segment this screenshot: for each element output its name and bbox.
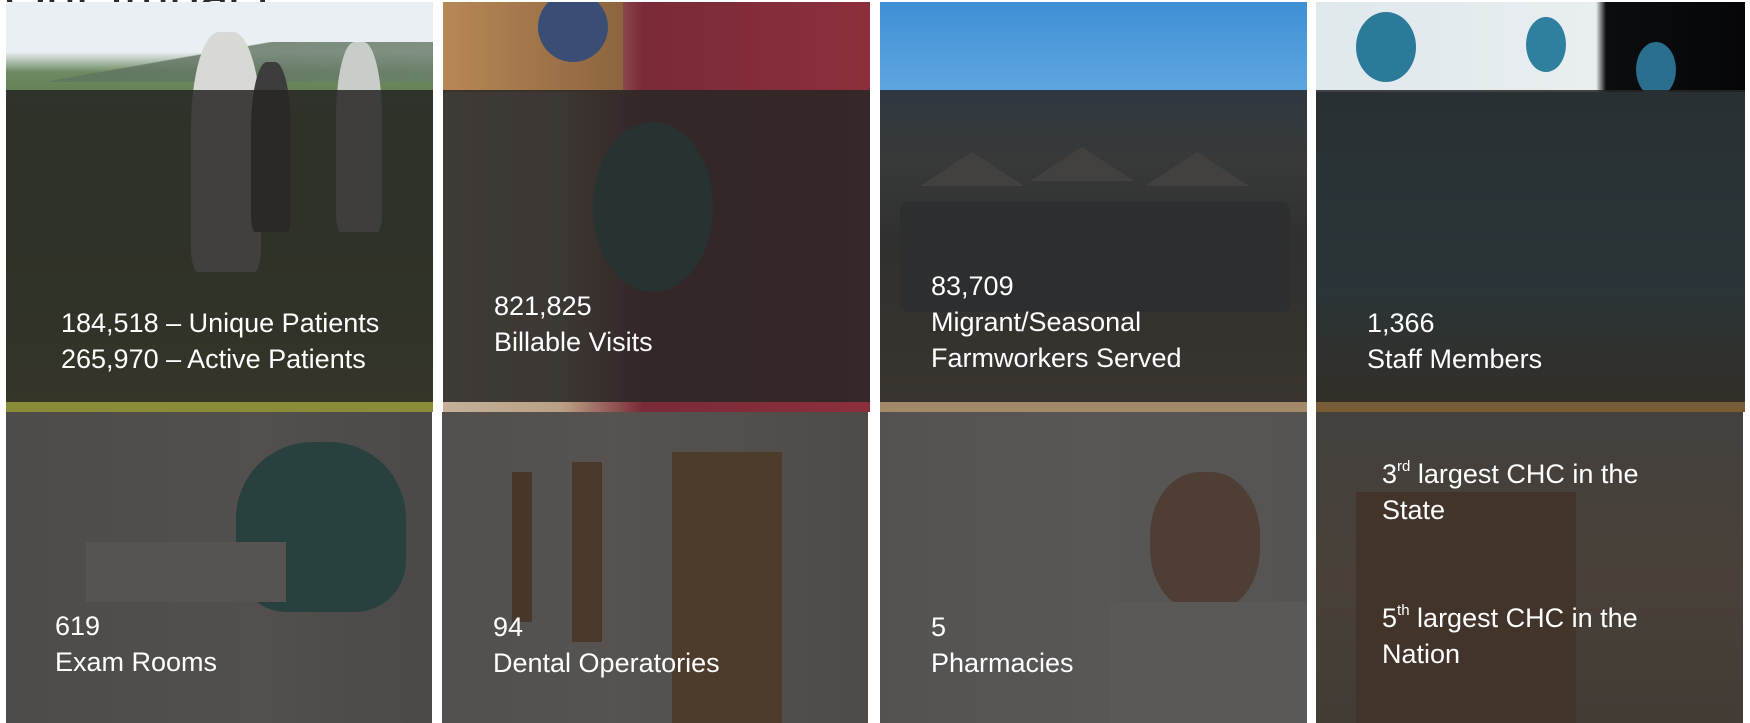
farmworkers-stats: 83,709 Migrant/Seasonal Farmworkers Serv… [931, 268, 1182, 376]
staff-number: 1,366 [1367, 308, 1435, 338]
state-rank-line: 3rd largest CHC in the [1382, 456, 1638, 492]
farmworkers-label-line2: Farmworkers Served [931, 343, 1182, 373]
pharmacies-stats: 5 Pharmacies [931, 609, 1074, 681]
nation-rank-text: largest CHC in the [1409, 603, 1638, 633]
tile-farmworkers-served: 83,709 Migrant/Seasonal Farmworkers Serv… [880, 2, 1307, 412]
farmworkers-number: 83,709 [931, 271, 1014, 301]
farmworkers-label-line1: Migrant/Seasonal [931, 307, 1142, 337]
state-rank-text2: State [1382, 495, 1446, 525]
billable-visits-number: 821,825 [494, 291, 592, 321]
nation-rank-suffix: th [1397, 602, 1410, 619]
nation-rank-text2: Nation [1382, 639, 1461, 669]
unique-patients-text: 184,518 – Unique Patients [61, 308, 380, 338]
tile-pharmacies: 5 Pharmacies [880, 412, 1307, 723]
tile-staff-members: 1,366 Staff Members [1316, 2, 1745, 412]
exam-rooms-label: Exam Rooms [55, 647, 218, 677]
state-rank-number: 3 [1382, 459, 1398, 489]
dental-stats: 94 Dental Operatories [493, 609, 720, 681]
dental-label: Dental Operatories [493, 648, 720, 678]
rank-spacer [1382, 528, 1638, 600]
tile-billable-visits: 821,825 Billable Visits [443, 2, 870, 412]
dental-number: 94 [493, 612, 524, 642]
active-patients-text: 265,970 – Active Patients [61, 344, 366, 374]
nation-rank-line: 5th largest CHC in the [1382, 600, 1638, 636]
tile-rankings: 3rd largest CHC in the State 5th largest… [1316, 412, 1743, 723]
pharmacies-label: Pharmacies [931, 648, 1074, 678]
tile-unique-patients: 184,518 – Unique Patients 265,970 – Acti… [6, 2, 433, 412]
rankings-stats: 3rd largest CHC in the State 5th largest… [1382, 456, 1638, 672]
state-rank-text: largest CHC in the [1410, 459, 1639, 489]
nation-rank-number: 5 [1382, 603, 1398, 633]
staff-stats: 1,366 Staff Members [1367, 305, 1542, 377]
exam-rooms-stats: 619 Exam Rooms [55, 608, 217, 680]
billable-visits-stats: 821,825 Billable Visits [494, 288, 653, 360]
billable-visits-label: Billable Visits [494, 327, 653, 357]
state-rank-suffix: rd [1397, 458, 1411, 475]
staff-label: Staff Members [1367, 344, 1543, 374]
exam-rooms-number: 619 [55, 611, 101, 641]
tile-dental-operatories: 94 Dental Operatories [442, 412, 868, 723]
patients-stats: 184,518 – Unique Patients 265,970 – Acti… [61, 305, 379, 377]
pharmacies-number: 5 [931, 612, 947, 642]
tile-exam-rooms: 619 Exam Rooms [6, 412, 432, 723]
